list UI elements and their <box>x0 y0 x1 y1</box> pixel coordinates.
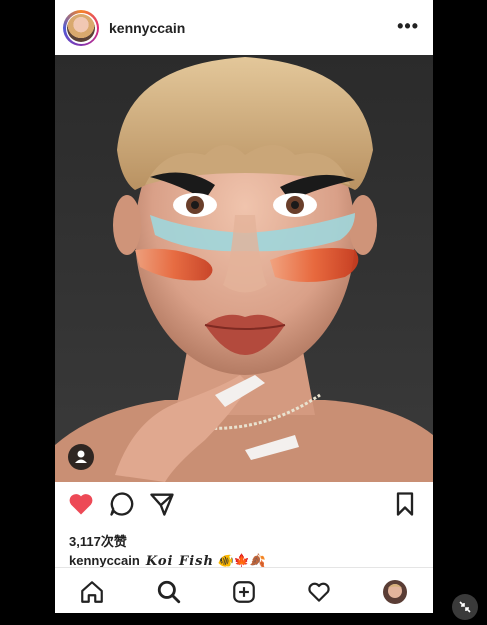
post-username[interactable]: kennyccain <box>109 20 185 36</box>
bookmark-icon[interactable] <box>391 490 419 523</box>
collapse-icon[interactable] <box>452 594 478 620</box>
comment-icon[interactable] <box>108 490 136 523</box>
portrait-image <box>55 57 433 482</box>
bottom-nav-bar <box>55 567 433 613</box>
post-actions <box>55 490 433 524</box>
add-post-icon[interactable] <box>231 579 257 610</box>
like-count[interactable]: 3,117次赞 <box>69 531 127 550</box>
activity-heart-icon[interactable] <box>306 579 332 610</box>
post-photo[interactable] <box>55 55 433 482</box>
avatar[interactable] <box>63 10 99 46</box>
profile-avatar[interactable] <box>382 579 408 610</box>
caption-username[interactable]: kennyccain <box>69 553 140 568</box>
user-tag-icon[interactable] <box>68 444 94 470</box>
more-options-icon[interactable]: ••• <box>397 16 419 37</box>
home-icon[interactable] <box>79 579 105 610</box>
instagram-post-screen: kennyccain ••• 3,117次赞 kennyccain Koi Fi… <box>55 0 433 613</box>
search-icon[interactable] <box>156 579 182 610</box>
avatar-image <box>67 14 95 42</box>
send-icon[interactable] <box>148 490 176 523</box>
post-header: kennyccain ••• <box>55 6 433 52</box>
heart-icon[interactable] <box>67 490 95 523</box>
caption-emojis: 🐠🍁🍂 <box>217 553 267 568</box>
